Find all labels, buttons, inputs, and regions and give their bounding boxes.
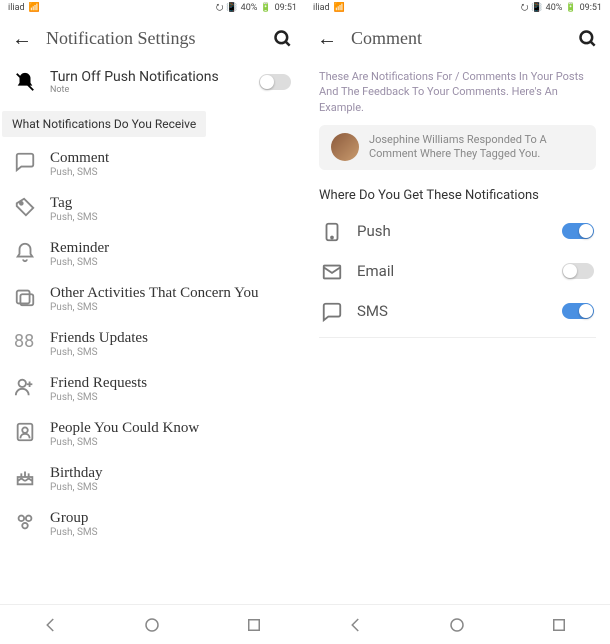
header: ← Notification Settings xyxy=(0,16,305,61)
time-label: 09:51 xyxy=(275,3,297,13)
notif-title: Reminder xyxy=(50,239,291,257)
push-toggle[interactable] xyxy=(562,223,594,239)
nav-back[interactable] xyxy=(42,616,60,634)
tag-icon xyxy=(14,196,36,218)
channel-email[interactable]: Email xyxy=(305,251,610,291)
divider xyxy=(319,337,596,338)
battery-label: 40% xyxy=(241,3,258,13)
signal-icon: 📶 xyxy=(29,3,40,13)
email-icon xyxy=(321,261,343,281)
signal-icon: 📶 xyxy=(334,3,345,13)
vibrate-icon: 📳 xyxy=(226,3,237,13)
channel-sms[interactable]: SMS xyxy=(305,291,610,331)
time-label: 09:51 xyxy=(580,3,602,13)
nav-home[interactable] xyxy=(448,616,466,634)
bell-off-icon xyxy=(14,71,36,93)
notif-item-people-know[interactable]: People You Could KnowPush, SMS xyxy=(0,411,305,456)
email-toggle[interactable] xyxy=(562,263,594,279)
battery-icon: 🔋 xyxy=(260,3,271,13)
rotation-icon: ⭮ xyxy=(216,0,224,16)
channel-label: SMS xyxy=(357,302,548,320)
sms-icon xyxy=(321,301,343,321)
page-title: Comment xyxy=(351,28,564,49)
notif-title: Tag xyxy=(50,194,291,212)
notif-sub: Push, SMS xyxy=(50,437,291,448)
battery-icon: 🔋 xyxy=(565,3,576,13)
notif-sub: Push, SMS xyxy=(50,302,291,313)
notif-title: Other Activities That Concern You xyxy=(50,284,291,302)
right-screen: iliad 📶 ⭮ 📳 40% 🔋 09:51 ← Comment These … xyxy=(305,0,610,644)
example-text: Josephine Williams Responded To A Commen… xyxy=(369,133,584,162)
carrier-label: iliad xyxy=(313,3,330,13)
notif-item-other[interactable]: Other Activities That Concern YouPush, S… xyxy=(0,276,305,321)
search-button[interactable] xyxy=(273,29,293,49)
notif-item-tag[interactable]: TagPush, SMS xyxy=(0,186,305,231)
nav-recent[interactable] xyxy=(550,616,568,634)
notif-title: Friend Requests xyxy=(50,374,291,392)
header: ← Comment xyxy=(305,16,610,61)
notif-sub: Push, SMS xyxy=(50,347,291,358)
birthday-icon xyxy=(14,466,36,488)
back-button[interactable]: ← xyxy=(317,26,337,51)
notif-sub: Push, SMS xyxy=(50,482,291,493)
description-text: These Are Notifications For / Comments I… xyxy=(305,61,610,125)
channel-push[interactable]: Push xyxy=(305,211,610,251)
push-icon xyxy=(321,221,343,241)
status-bar: iliad 📶 ⭮ 📳 40% 🔋 09:51 xyxy=(0,0,305,16)
nav-bar xyxy=(0,604,305,644)
notif-item-reminder[interactable]: ReminderPush, SMS xyxy=(0,231,305,276)
avatar xyxy=(331,133,359,161)
notif-title: People You Could Know xyxy=(50,419,291,437)
notif-item-friends-updates[interactable]: 88 Friends UpdatesPush, SMS xyxy=(0,321,305,366)
search-button[interactable] xyxy=(578,29,598,49)
page-title: Notification Settings xyxy=(46,28,259,49)
notif-sub: Push, SMS xyxy=(50,392,291,403)
push-off-row[interactable]: Turn Off Push Notifications Note xyxy=(0,61,305,103)
left-screen: iliad 📶 ⭮ 📳 40% 🔋 09:51 ← Notification S… xyxy=(0,0,305,644)
notif-item-friend-requests[interactable]: Friend RequestsPush, SMS xyxy=(0,366,305,411)
comment-icon xyxy=(14,151,36,173)
notif-sub: Push, SMS xyxy=(50,167,291,178)
vibrate-icon: 📳 xyxy=(531,3,542,13)
nav-recent[interactable] xyxy=(245,616,263,634)
sms-toggle[interactable] xyxy=(562,303,594,319)
notif-item-group[interactable]: GroupPush, SMS xyxy=(0,501,305,546)
carrier-label: iliad xyxy=(8,3,25,13)
notif-title: Friends Updates xyxy=(50,329,291,347)
notif-title: Group xyxy=(50,509,291,527)
battery-label: 40% xyxy=(546,3,563,13)
status-bar: iliad 📶 ⭮ 📳 40% 🔋 09:51 xyxy=(305,0,610,16)
section-label: Where Do You Get These Notifications xyxy=(305,170,610,211)
notif-sub: Push, SMS xyxy=(50,527,291,538)
rotation-icon: ⭮ xyxy=(521,0,529,16)
nav-bar xyxy=(305,604,610,644)
push-off-title: Turn Off Push Notifications xyxy=(50,69,245,85)
back-button[interactable]: ← xyxy=(12,26,32,51)
channel-label: Push xyxy=(357,222,548,240)
nav-back[interactable] xyxy=(347,616,365,634)
section-label: What Notifications Do You Receive xyxy=(2,111,206,137)
channel-label: Email xyxy=(357,262,548,280)
notif-sub: Push, SMS xyxy=(50,257,291,268)
nav-home[interactable] xyxy=(143,616,161,634)
push-off-toggle[interactable] xyxy=(259,74,291,90)
push-off-note: Note xyxy=(50,85,245,95)
people-icon xyxy=(14,421,36,443)
activity-icon xyxy=(14,286,36,308)
bell-icon xyxy=(14,241,36,263)
notif-item-birthday[interactable]: BirthdayPush, SMS xyxy=(0,456,305,501)
friend-request-icon xyxy=(14,376,36,398)
example-box: Josephine Williams Responded To A Commen… xyxy=(319,125,596,170)
notif-title: Birthday xyxy=(50,464,291,482)
group-icon xyxy=(14,511,36,533)
notif-sub: Push, SMS xyxy=(50,212,291,223)
notif-item-comment[interactable]: CommentPush, SMS xyxy=(0,141,305,186)
friends-icon: 88 xyxy=(14,331,36,353)
notif-title: Comment xyxy=(50,149,291,167)
